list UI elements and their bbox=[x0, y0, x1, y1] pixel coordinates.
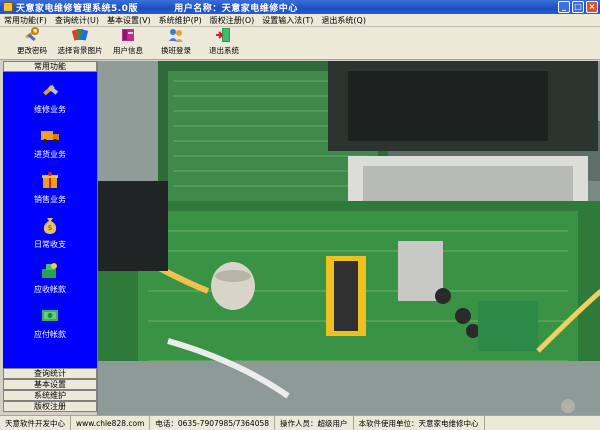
switch-login-button[interactable]: 换班登录 bbox=[152, 27, 200, 58]
sidebar-item-repair[interactable]: 维修业务 bbox=[3, 80, 97, 125]
sidebar: 常用功能 维修业务 进货业务 销售业务 $ 日常收支 应收帐款 应付帐款 查询统… bbox=[3, 61, 97, 415]
window-title: 天意家电维修管理系统5.0版 用户名称：天意家电维修中心 bbox=[16, 3, 298, 14]
toolbar-label: 更改密码 bbox=[17, 46, 47, 55]
change-password-button[interactable]: 更改密码 bbox=[8, 27, 56, 58]
sidebar-item-sales[interactable]: 销售业务 bbox=[3, 170, 97, 215]
key-tools-icon bbox=[25, 27, 39, 42]
repair-icon bbox=[43, 84, 59, 96]
sidebar-item-label: 销售业务 bbox=[34, 195, 66, 204]
background-image bbox=[97, 61, 600, 415]
toolbar-label: 用户信息 bbox=[113, 46, 143, 55]
status-developer: 天意软件开发中心 bbox=[0, 416, 71, 430]
toolbar-label: 退出系统 bbox=[209, 46, 239, 55]
svg-text:$: $ bbox=[48, 224, 52, 232]
exit-door-icon bbox=[216, 28, 230, 42]
status-bar: 天意软件开发中心 www.chle828.com 电话：0635-7907985… bbox=[0, 415, 600, 430]
minimize-button[interactable]: _ bbox=[558, 1, 570, 13]
menu-input-method[interactable]: 设置输入法(T) bbox=[258, 15, 317, 26]
menu-exit[interactable]: 退出系统(Q) bbox=[317, 15, 370, 26]
sidebar-item-label: 应付帐款 bbox=[34, 330, 66, 339]
title-bar[interactable]: 天意家电维修管理系统5.0版 用户名称：天意家电维修中心 _ □ × bbox=[0, 0, 600, 14]
menu-register[interactable]: 版权注册(O) bbox=[206, 15, 259, 26]
menu-settings[interactable]: 基本设置(V) bbox=[103, 15, 155, 26]
sidebar-item-label: 进货业务 bbox=[34, 150, 66, 159]
sidebar-header-settings[interactable]: 基本设置 bbox=[3, 379, 97, 390]
circuit-board-picture bbox=[98, 61, 600, 415]
menu-bar: 常用功能(F) 查询统计(U) 基本设置(V) 系统维护(P) 版权注册(O) … bbox=[0, 14, 600, 27]
sidebar-header-common[interactable]: 常用功能 bbox=[3, 61, 97, 72]
gift-box-icon bbox=[42, 172, 58, 188]
sidebar-header-register[interactable]: 版权注册 bbox=[3, 401, 97, 412]
user-info-button[interactable]: 用户信息 bbox=[104, 27, 152, 58]
sidebar-item-receivable[interactable]: 应收帐款 bbox=[3, 260, 97, 305]
exit-system-button[interactable]: 退出系统 bbox=[200, 27, 248, 58]
status-phone: 电话：0635-7907985/7364058 bbox=[150, 416, 276, 430]
switch-user-icon bbox=[169, 29, 183, 42]
sidebar-panel: 维修业务 进货业务 销售业务 $ 日常收支 应收帐款 应付帐款 bbox=[3, 72, 97, 368]
toolbar-label: 换班登录 bbox=[161, 46, 191, 55]
menu-common[interactable]: 常用功能(F) bbox=[0, 15, 51, 26]
payable-icon bbox=[42, 310, 58, 321]
toolbar: 更改密码 选择背景图片 用户信息 换班登录 退出系统 bbox=[0, 27, 600, 60]
sidebar-header-query[interactable]: 查询统计 bbox=[3, 368, 97, 379]
maximize-button[interactable]: □ bbox=[572, 1, 584, 13]
sidebar-item-daily-expense[interactable]: $ 日常收支 bbox=[3, 215, 97, 260]
sidebar-item-payable[interactable]: 应付帐款 bbox=[3, 305, 97, 350]
palette-icon bbox=[71, 29, 89, 41]
toolbar-label: 选择背景图片 bbox=[57, 46, 103, 55]
sidebar-header-maintenance[interactable]: 系统维护 bbox=[3, 390, 97, 401]
sidebar-item-label: 应收帐款 bbox=[34, 285, 66, 294]
sidebar-item-label: 日常收支 bbox=[34, 240, 66, 249]
sidebar-item-purchase[interactable]: 进货业务 bbox=[3, 125, 97, 170]
app-icon bbox=[3, 2, 13, 12]
receivable-icon bbox=[42, 263, 57, 278]
status-website: www.chle828.com bbox=[71, 416, 151, 430]
money-bag-icon: $ bbox=[43, 218, 57, 234]
menu-maintenance[interactable]: 系统维护(P) bbox=[155, 15, 206, 26]
book-icon bbox=[122, 29, 134, 41]
status-operator: 操作人员：超级用户 bbox=[275, 416, 354, 430]
status-licensee: 本软件使用单位：天意家电维修中心 bbox=[354, 416, 485, 430]
sidebar-item-label: 维修业务 bbox=[34, 105, 66, 114]
menu-query[interactable]: 查询统计(U) bbox=[51, 15, 103, 26]
truck-icon bbox=[41, 131, 59, 143]
background-image-button[interactable]: 选择背景图片 bbox=[56, 27, 104, 58]
close-button[interactable]: × bbox=[586, 1, 598, 13]
